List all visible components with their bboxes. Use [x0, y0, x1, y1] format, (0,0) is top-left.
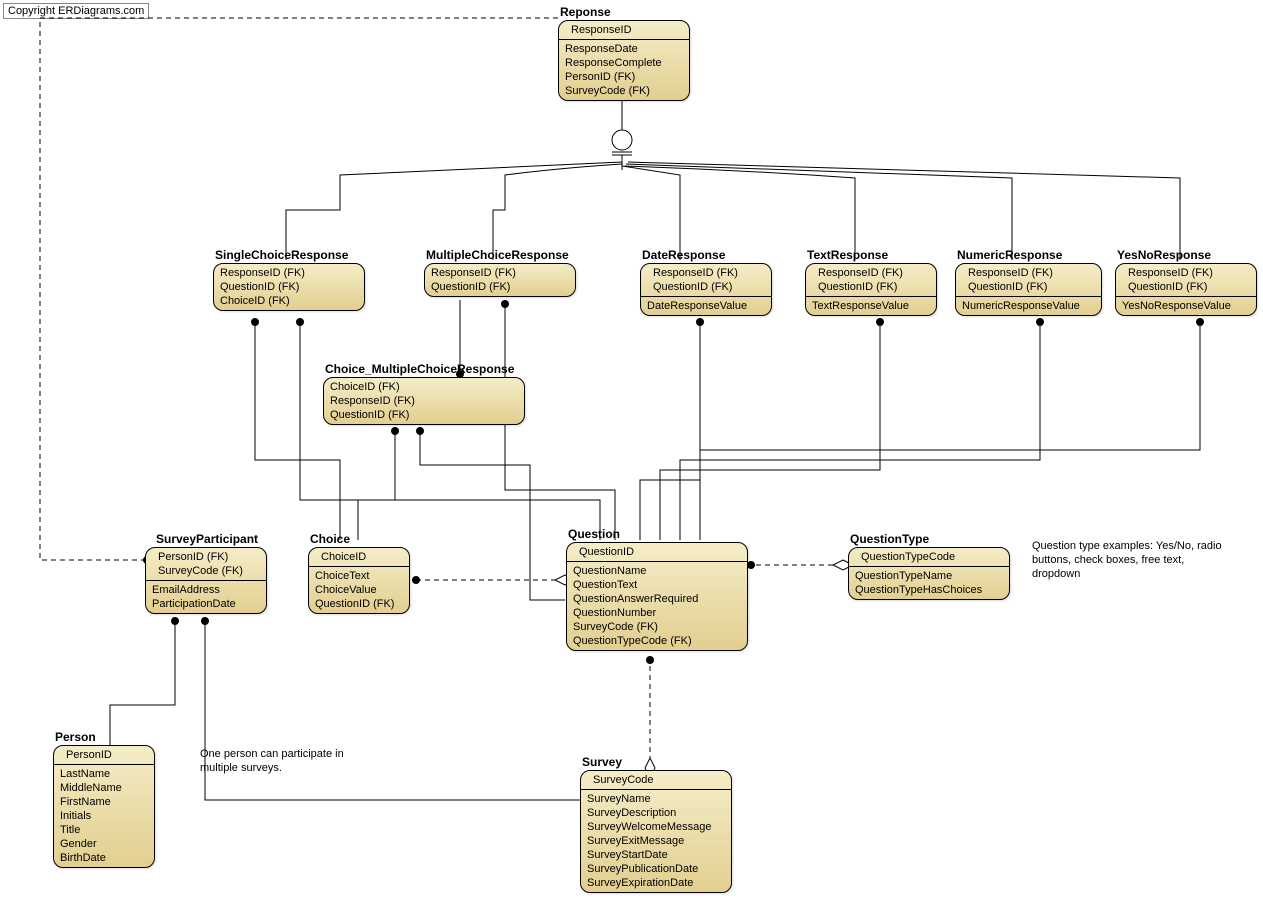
note-person-survey: One person can participate in multiple s… [200, 748, 360, 776]
entity-title-sp: SurveyParticipant [156, 532, 258, 546]
entity-title-cmcr: Choice_MultipleChoiceResponse [325, 362, 514, 376]
entity-title-reponse: Reponse [560, 5, 611, 19]
entity-date-response: ResponseID (FK) QuestionID (FK) DateResp… [640, 263, 772, 316]
entity-person: PersonID LastName MiddleName FirstName I… [53, 745, 155, 868]
entity-yesno-response: ResponseID (FK) QuestionID (FK) YesNoRes… [1115, 263, 1257, 316]
entity-title-dr: DateResponse [642, 248, 725, 262]
entity-title-question: Question [568, 527, 620, 541]
entity-title-survey: Survey [582, 755, 622, 769]
entity-question-type: QuestionTypeCode QuestionTypeName Questi… [848, 547, 1010, 600]
entity-question: QuestionID QuestionName QuestionText Que… [566, 542, 748, 651]
entity-choice-mcr: ChoiceID (FK) ResponseID (FK) QuestionID… [323, 377, 525, 425]
note-question-type: Question type examples: Yes/No, radio bu… [1032, 540, 1222, 581]
entity-single-choice-response: ResponseID (FK) QuestionID (FK) ChoiceID… [213, 263, 365, 311]
entity-title-nr: NumericResponse [957, 248, 1062, 262]
entity-title-choice: Choice [310, 532, 350, 546]
entity-survey-participant: PersonID (FK) SurveyCode (FK) EmailAddre… [145, 547, 267, 614]
entity-survey: SurveyCode SurveyName SurveyDescription … [580, 770, 732, 893]
entity-multiple-choice-response: ResponseID (FK) QuestionID (FK) [424, 263, 576, 297]
entity-title-qt: QuestionType [850, 532, 929, 546]
entity-title-mcr: MultipleChoiceResponse [426, 248, 569, 262]
entity-title-ynr: YesNoResponse [1117, 248, 1211, 262]
entity-title-person: Person [55, 730, 96, 744]
entity-title-tr: TextResponse [807, 248, 888, 262]
entity-text-response: ResponseID (FK) QuestionID (FK) TextResp… [805, 263, 937, 316]
entity-reponse: ResponseID ResponseDate ResponseComplete… [558, 20, 690, 101]
entity-numeric-response: ResponseID (FK) QuestionID (FK) NumericR… [955, 263, 1102, 316]
entity-title-scr: SingleChoiceResponse [215, 248, 348, 262]
entity-choice: ChoiceID ChoiceText ChoiceValue Question… [308, 547, 410, 614]
